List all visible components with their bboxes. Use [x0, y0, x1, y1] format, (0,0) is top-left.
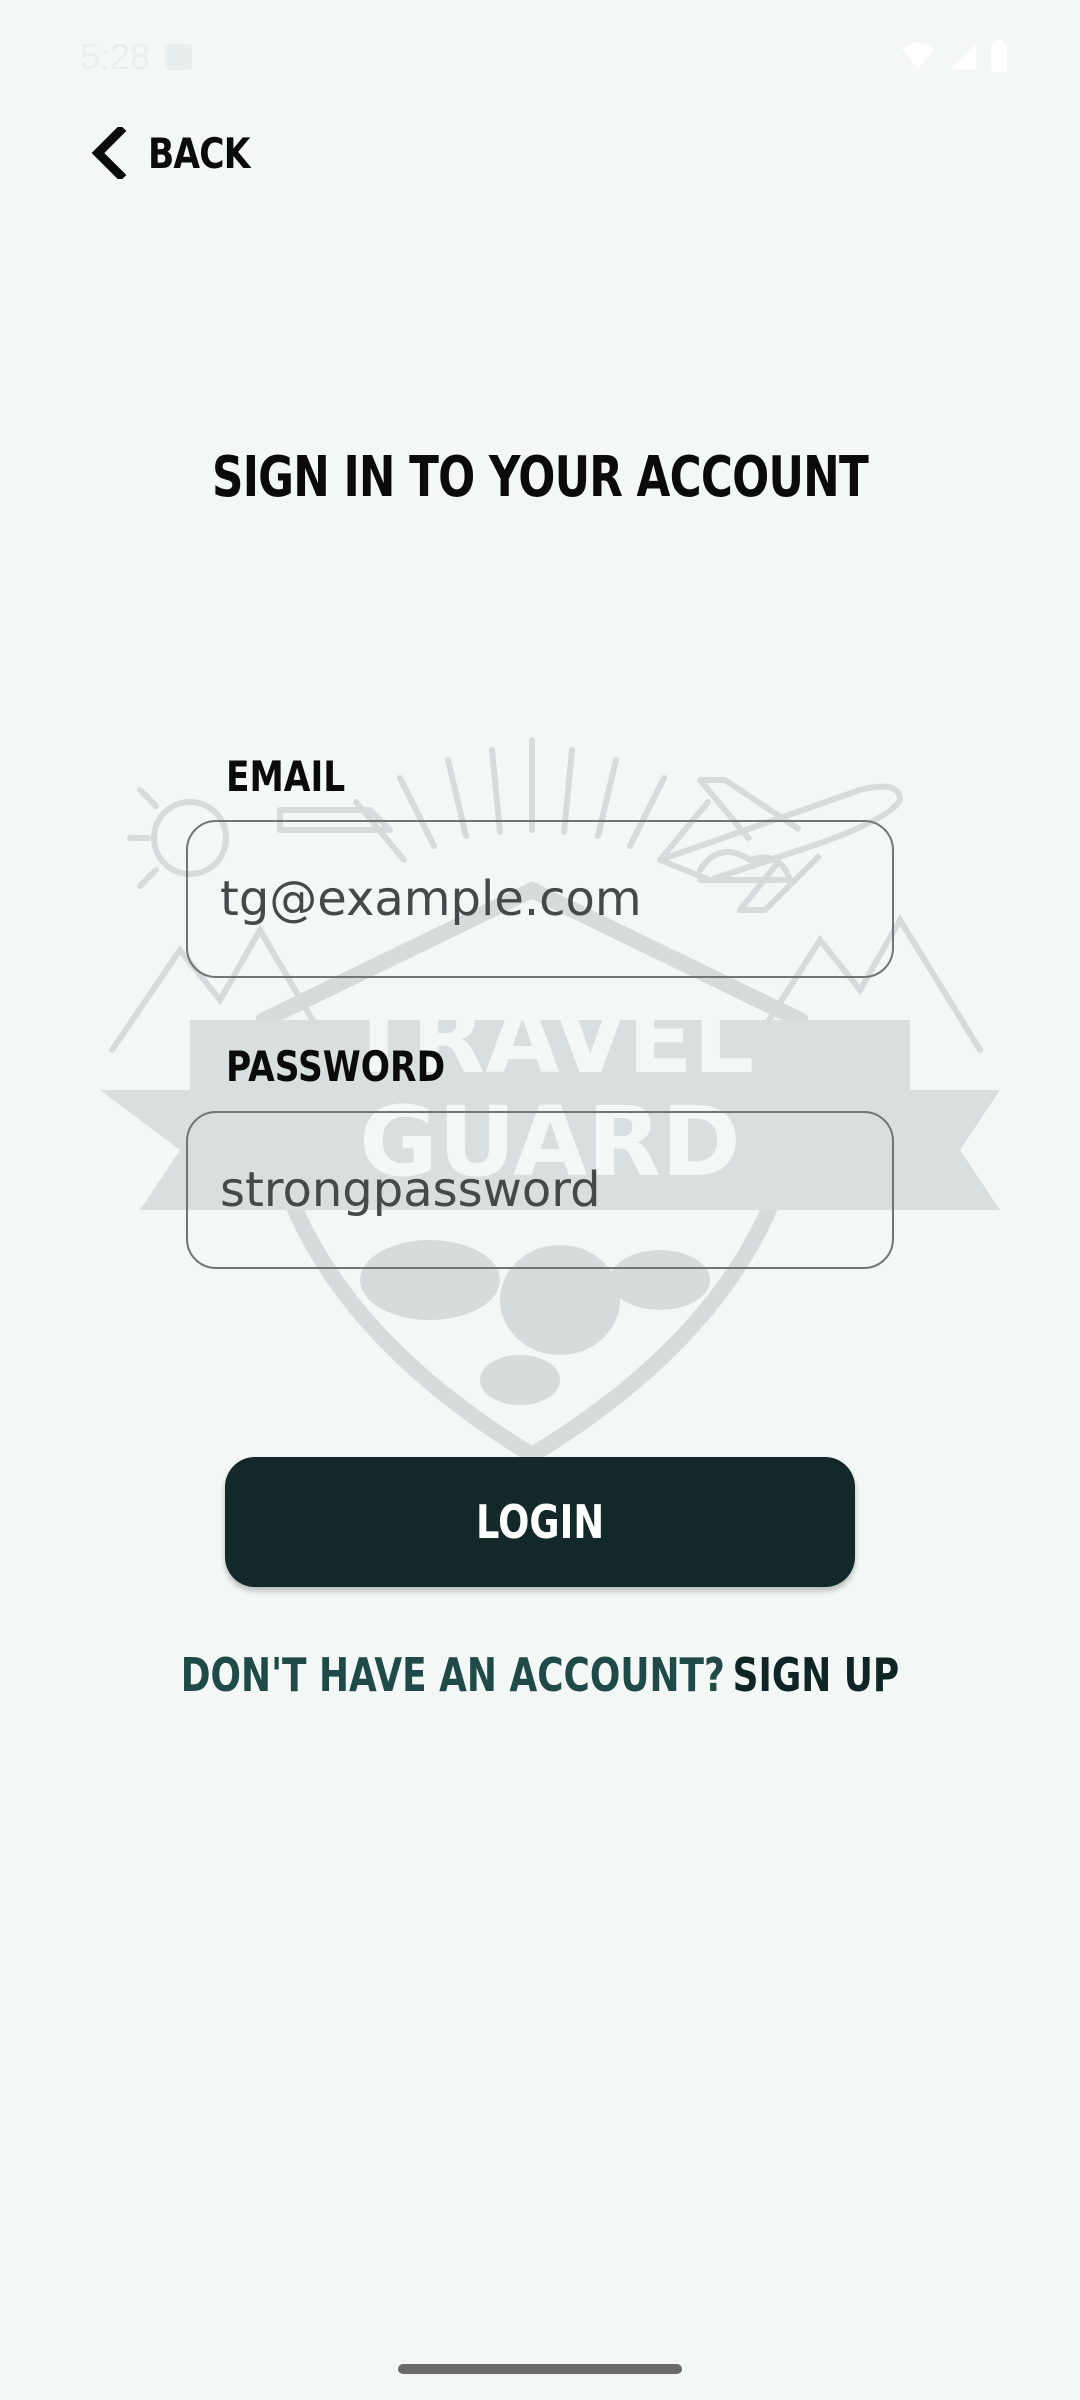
sign-in-screen: 5:28 BACK SIGN IN TO YOUR ACCOUNT TRAVEL…: [0, 0, 1080, 2400]
back-label: BACK: [148, 128, 250, 178]
chevron-left-icon: [91, 127, 127, 179]
signup-prompt: DON'T HAVE AN ACCOUNT?: [180, 1648, 725, 1702]
email-field[interactable]: tg@example.com: [186, 820, 894, 978]
password-field[interactable]: strongpassword: [186, 1111, 894, 1269]
signup-link[interactable]: SIGN UP: [733, 1648, 900, 1702]
back-button[interactable]: BACK: [88, 118, 272, 188]
login-label: LOGIN: [475, 1495, 605, 1549]
password-label: PASSWORD: [226, 1042, 446, 1091]
email-value: tg@example.com: [220, 871, 642, 927]
battery-icon: [991, 40, 1007, 72]
notification-icon: [166, 44, 192, 70]
status-icons: [900, 40, 1008, 72]
wifi-icon: [902, 43, 934, 69]
home-indicator[interactable]: [398, 2364, 682, 2374]
signup-row: DON'T HAVE AN ACCOUNT? SIGN UP: [119, 1648, 961, 1702]
status-time: 5:28: [80, 36, 151, 77]
email-label: EMAIL: [226, 752, 346, 801]
page-title: SIGN IN TO YOUR ACCOUNT: [212, 445, 869, 510]
status-bar: 5:28: [0, 0, 1080, 110]
login-button[interactable]: LOGIN: [225, 1457, 855, 1587]
password-value: strongpassword: [220, 1162, 601, 1218]
signal-icon: [950, 43, 976, 69]
